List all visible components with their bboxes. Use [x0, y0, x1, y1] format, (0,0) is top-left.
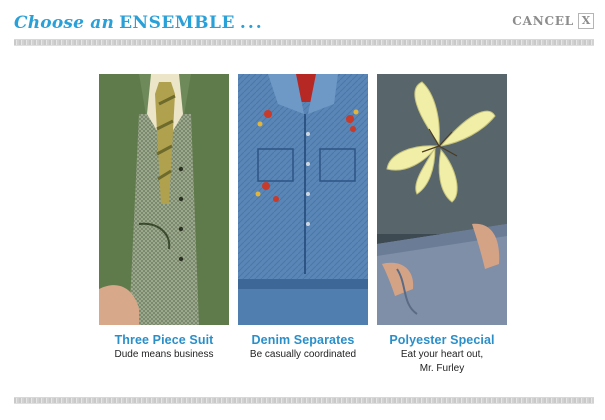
close-icon[interactable]: X [578, 13, 594, 29]
option-polyester-special[interactable]: Polyester Special Eat your heart out, Mr… [377, 74, 507, 375]
option-subtitle-line2: Mr. Furley [419, 363, 465, 374]
dialog-title: Choose an ENSEMBLE ... [14, 12, 264, 33]
title-emphasis: ENSEMBLE [119, 13, 235, 33]
ensemble-dialog: Choose an ENSEMBLE ... CANCEL X Three Pi… [0, 0, 605, 420]
dialog-header: Choose an ENSEMBLE ... CANCEL X [14, 8, 594, 38]
footer-divider [14, 397, 594, 404]
option-title: Polyester Special [389, 333, 495, 347]
option-subtitle: Dude means business [114, 349, 214, 360]
option-subtitle: Eat your heart out, [400, 349, 484, 360]
denim-separates-image[interactable] [238, 74, 368, 325]
option-title: Three Piece Suit [114, 333, 214, 347]
option-title: Denim Separates [251, 333, 355, 347]
polyester-special-image[interactable] [377, 74, 507, 325]
cancel-button[interactable]: CANCEL X [512, 13, 594, 29]
option-denim-separates[interactable]: Denim Separates Be casually coordinated [238, 74, 368, 363]
header-divider [14, 39, 594, 46]
cancel-label: CANCEL [512, 14, 574, 28]
option-subtitle: Be casually coordinated [249, 349, 357, 360]
title-suffix: ... [239, 13, 264, 33]
ensemble-options: Three Piece Suit Dude means business Den… [99, 74, 509, 384]
title-prefix: Choose an [14, 13, 115, 33]
option-three-piece-suit[interactable]: Three Piece Suit Dude means business [99, 74, 229, 363]
three-piece-suit-image[interactable] [99, 74, 229, 325]
